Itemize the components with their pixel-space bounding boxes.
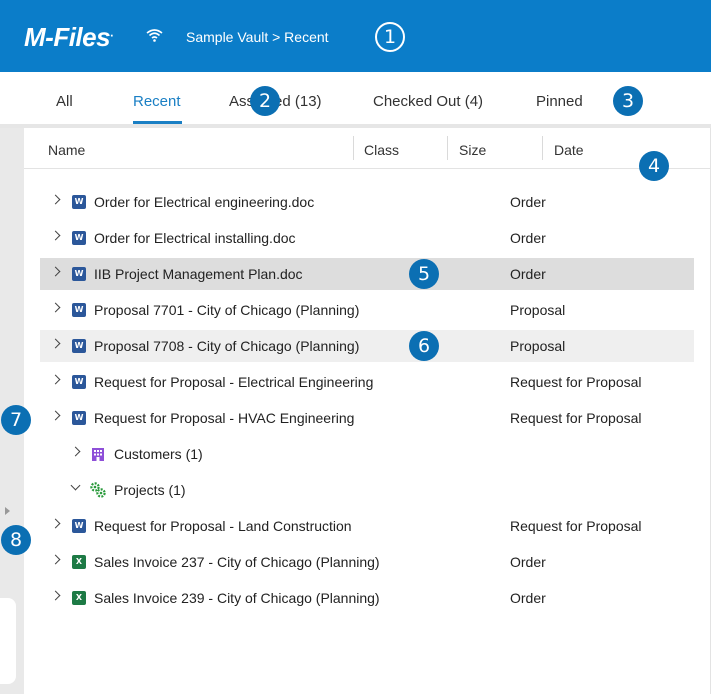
- tab-all[interactable]: All: [56, 93, 73, 110]
- column-separator[interactable]: [353, 136, 354, 160]
- list-item-hovered[interactable]: W Proposal 7708 - City of Chicago (Plann…: [40, 330, 694, 362]
- expand-arrow-icon[interactable]: [5, 507, 10, 515]
- word-icon: W: [72, 267, 86, 281]
- callout-5: 5: [409, 259, 439, 289]
- chevron-right-icon[interactable]: [50, 266, 61, 277]
- callout-6: 6: [409, 331, 439, 361]
- list-item[interactable]: X Sales Invoice 237 - City of Chicago (P…: [40, 546, 694, 578]
- list-item-selected[interactable]: W IIB Project Management Plan.doc Order: [40, 258, 694, 290]
- tab-checked-out[interactable]: Checked Out (4): [373, 93, 483, 110]
- list-item[interactable]: W Order for Electrical installing.doc Or…: [40, 222, 694, 254]
- callout-8: 8: [1, 525, 31, 555]
- excel-icon: X: [72, 555, 86, 569]
- item-name: Request for Proposal - HVAC Engineering: [94, 410, 355, 426]
- callout-2: 2: [250, 86, 280, 116]
- list-item[interactable]: W Request for Proposal - Land Constructi…: [40, 510, 694, 542]
- item-class: Proposal: [510, 302, 566, 318]
- chevron-right-icon[interactable]: [50, 338, 61, 349]
- word-icon: W: [72, 231, 86, 245]
- item-class: Proposal: [510, 338, 566, 354]
- item-name: Projects (1): [114, 482, 186, 498]
- list-item[interactable]: W Request for Proposal - HVAC Engineerin…: [40, 402, 694, 434]
- column-separator[interactable]: [447, 136, 448, 160]
- column-header-name[interactable]: Name: [48, 142, 85, 158]
- gears-icon: [90, 482, 106, 498]
- word-icon: W: [72, 303, 86, 317]
- column-header-class[interactable]: Class: [364, 142, 399, 158]
- left-pane-toggle[interactable]: [0, 598, 16, 684]
- chevron-right-icon[interactable]: [50, 518, 61, 529]
- tab-pinned[interactable]: Pinned: [536, 93, 583, 110]
- item-name: Sales Invoice 237 - City of Chicago (Pla…: [94, 554, 380, 570]
- relationship-item-customers[interactable]: Customers (1): [40, 438, 694, 470]
- item-name: Sales Invoice 239 - City of Chicago (Pla…: [94, 590, 380, 606]
- chevron-down-icon[interactable]: [70, 480, 81, 491]
- tab-bar: All Recent Assigned (13) Checked Out (4)…: [0, 72, 711, 124]
- word-icon: W: [72, 195, 86, 209]
- column-header-size[interactable]: Size: [459, 142, 486, 158]
- item-class: Order: [510, 554, 546, 570]
- item-name: Order for Electrical engineering.doc: [94, 194, 315, 210]
- callout-7: 7: [1, 405, 31, 435]
- item-class: Order: [510, 230, 546, 246]
- m-files-logo[interactable]: M-Files.: [24, 22, 113, 53]
- list-item[interactable]: W Request for Proposal - Electrical Engi…: [40, 366, 694, 398]
- item-name: Proposal 7708 - City of Chicago (Plannin…: [94, 338, 360, 354]
- header-divider: [24, 168, 711, 169]
- chevron-right-icon[interactable]: [50, 374, 61, 385]
- chevron-right-icon[interactable]: [50, 194, 61, 205]
- list-item[interactable]: W Order for Electrical engineering.doc O…: [40, 186, 694, 218]
- chevron-right-icon[interactable]: [70, 446, 81, 457]
- chevron-right-icon[interactable]: [50, 230, 61, 241]
- chevron-right-icon[interactable]: [50, 590, 61, 601]
- wifi-icon: [146, 29, 163, 42]
- item-name: IIB Project Management Plan.doc: [94, 266, 303, 282]
- item-name: Request for Proposal - Land Construction: [94, 518, 352, 534]
- item-class: Request for Proposal: [510, 374, 642, 390]
- excel-icon: X: [72, 591, 86, 605]
- building-icon: [92, 448, 104, 461]
- listing-pane: Name Class Size Date W Order for Electri…: [24, 128, 711, 694]
- callout-3: 3: [613, 86, 643, 116]
- item-name: Request for Proposal - Electrical Engine…: [94, 374, 374, 390]
- chevron-right-icon[interactable]: [50, 302, 61, 313]
- breadcrumb[interactable]: Sample Vault > Recent: [186, 29, 329, 45]
- callout-1: 1: [375, 22, 405, 52]
- item-class: Order: [510, 590, 546, 606]
- chevron-right-icon[interactable]: [50, 410, 61, 421]
- item-name: Order for Electrical installing.doc: [94, 230, 296, 246]
- column-separator[interactable]: [542, 136, 543, 160]
- item-class: Order: [510, 194, 546, 210]
- item-name: Proposal 7701 - City of Chicago (Plannin…: [94, 302, 360, 318]
- top-bar: M-Files. Sample Vault > Recent 1: [0, 0, 711, 72]
- item-class: Request for Proposal: [510, 410, 642, 426]
- list-item[interactable]: X Sales Invoice 239 - City of Chicago (P…: [40, 582, 694, 614]
- item-class: Order: [510, 266, 546, 282]
- item-name: Customers (1): [114, 446, 203, 462]
- item-class: Request for Proposal: [510, 518, 642, 534]
- column-header-date[interactable]: Date: [554, 142, 584, 158]
- word-icon: W: [72, 375, 86, 389]
- word-icon: W: [72, 519, 86, 533]
- callout-4: 4: [639, 151, 669, 181]
- tab-recent[interactable]: Recent: [133, 93, 181, 110]
- word-icon: W: [72, 339, 86, 353]
- list-item[interactable]: W Proposal 7701 - City of Chicago (Plann…: [40, 294, 694, 326]
- word-icon: W: [72, 411, 86, 425]
- chevron-right-icon[interactable]: [50, 554, 61, 565]
- relationship-item-projects[interactable]: Projects (1): [40, 474, 694, 506]
